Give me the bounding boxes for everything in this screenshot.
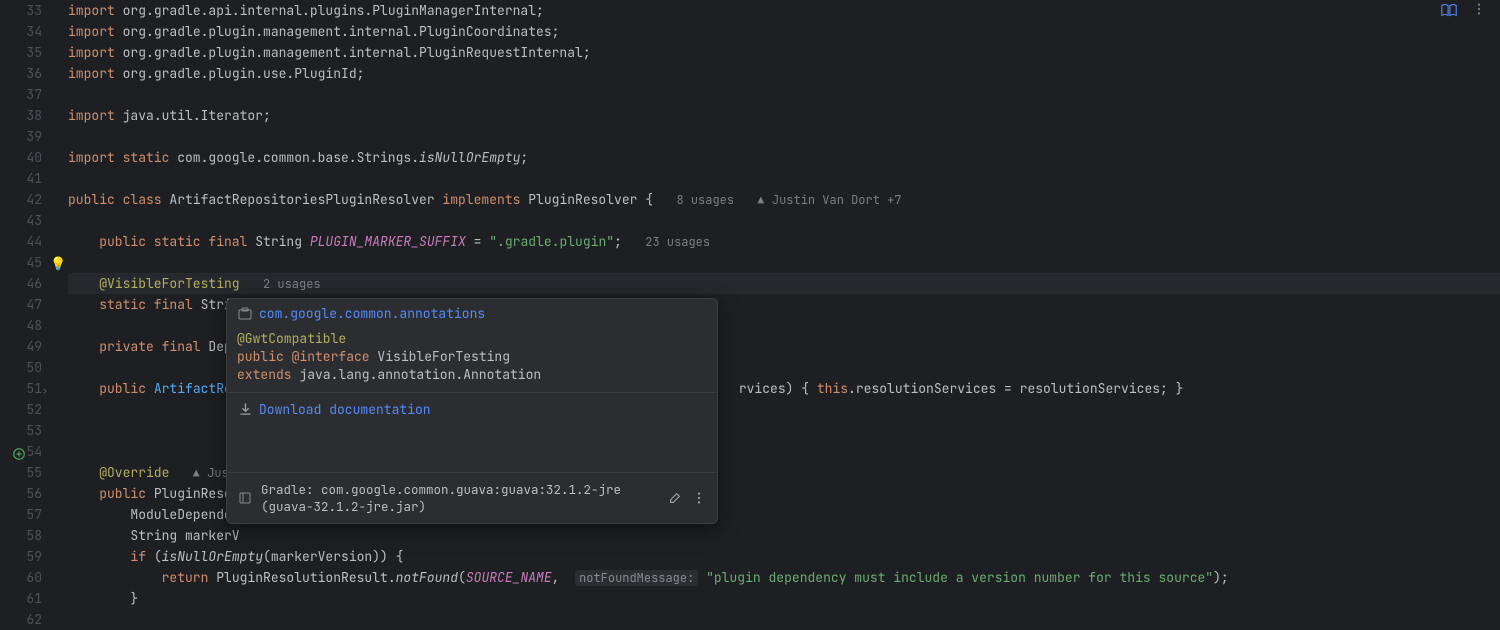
- code-line[interactable]: [68, 84, 1500, 105]
- line-number: 35: [0, 42, 42, 63]
- code-line[interactable]: if (isNullOrEmpty(markerVersion)) {: [68, 546, 1500, 567]
- line-number: 43: [0, 210, 42, 231]
- library-icon: [237, 490, 253, 506]
- code-line[interactable]: [68, 168, 1500, 189]
- popup-source-label: Gradle: com.google.common.guava:guava:32…: [261, 481, 659, 515]
- more-icon[interactable]: [691, 490, 707, 506]
- popup-annotation: @GwtCompatible: [237, 330, 346, 347]
- edit-icon[interactable]: [667, 490, 683, 506]
- code-line[interactable]: }: [68, 588, 1500, 609]
- code-line[interactable]: import java.util.Iterator;: [68, 105, 1500, 126]
- code-line[interactable]: String markerV: [68, 525, 1500, 546]
- line-number: 36: [0, 63, 42, 84]
- line-number: 60: [0, 567, 42, 588]
- code-line[interactable]: return PluginResolutionResult.notFound(S…: [68, 567, 1500, 588]
- line-number: 47: [0, 294, 42, 315]
- code-line[interactable]: import org.gradle.plugin.management.inte…: [68, 21, 1500, 42]
- line-number: 44: [0, 231, 42, 252]
- override-gutter-icon[interactable]: [12, 447, 26, 465]
- download-doc-link[interactable]: Download documentation: [259, 401, 431, 418]
- popup-kw-interface: @interface: [292, 348, 378, 365]
- popup-signature: @GwtCompatible public @interface Visible…: [227, 328, 717, 392]
- line-number: 34: [0, 21, 42, 42]
- popup-download-row: Download documentation: [227, 392, 717, 428]
- line-number: 52: [0, 399, 42, 420]
- reader-mode-icon[interactable]: [1440, 2, 1458, 22]
- code-line[interactable]: [68, 252, 1500, 273]
- line-number-gutter: 3334353637383940414243444546474849505152…: [0, 0, 50, 600]
- popup-type-name: VisibleForTesting: [377, 348, 510, 365]
- line-number: 59: [0, 546, 42, 567]
- code-line[interactable]: public class ArtifactRepositoriesPluginR…: [68, 189, 1500, 210]
- code-line[interactable]: [68, 609, 1500, 630]
- line-number: 39: [0, 126, 42, 147]
- popup-kw-public: public: [237, 348, 292, 365]
- line-number: 58: [0, 525, 42, 546]
- package-link[interactable]: com.google.common.annotations: [259, 305, 485, 322]
- code-line[interactable]: @VisibleForTesting 2 usages: [68, 273, 1500, 294]
- toolbar-menu-icon[interactable]: [1472, 2, 1486, 22]
- line-number: 46: [0, 273, 42, 294]
- line-number: 55: [0, 462, 42, 483]
- line-number: 37: [0, 84, 42, 105]
- line-number: 40: [0, 147, 42, 168]
- line-number: 38: [0, 105, 42, 126]
- code-line[interactable]: import org.gradle.plugin.management.inte…: [68, 42, 1500, 63]
- line-number: 53: [0, 420, 42, 441]
- popup-footer: Gradle: com.google.common.guava:guava:32…: [227, 472, 717, 523]
- quick-doc-popup: com.google.common.annotations @GwtCompat…: [226, 298, 718, 524]
- icon-gutter: 💡 ›: [50, 0, 68, 600]
- line-number: 41: [0, 168, 42, 189]
- line-number: 48: [0, 315, 42, 336]
- popup-extends-type: java.lang.annotation.Annotation: [299, 366, 541, 383]
- code-line[interactable]: [68, 126, 1500, 147]
- line-number: 56: [0, 483, 42, 504]
- popup-header: com.google.common.annotations: [227, 299, 717, 328]
- editor: 3334353637383940414243444546474849505152…: [0, 0, 1500, 600]
- code-line[interactable]: import org.gradle.plugin.use.PluginId;: [68, 63, 1500, 84]
- line-number: 61: [0, 588, 42, 609]
- download-icon: [237, 402, 253, 418]
- intention-bulb-icon[interactable]: 💡: [50, 255, 66, 272]
- code-line[interactable]: import static com.google.common.base.Str…: [68, 147, 1500, 168]
- line-number: 50: [0, 357, 42, 378]
- line-number: 33: [0, 0, 42, 21]
- line-number: 62: [0, 609, 42, 630]
- code-line[interactable]: [68, 210, 1500, 231]
- line-number: 57: [0, 504, 42, 525]
- code-line[interactable]: import org.gradle.api.internal.plugins.P…: [68, 0, 1500, 21]
- line-number: 42: [0, 189, 42, 210]
- top-right-toolbar: [1440, 2, 1486, 22]
- line-number: 45: [0, 252, 42, 273]
- popup-kw-extends: extends: [237, 366, 299, 383]
- line-number: 51: [0, 378, 42, 399]
- code-line[interactable]: public static final String PLUGIN_MARKER…: [68, 231, 1500, 252]
- package-icon: [237, 306, 253, 322]
- line-number: 49: [0, 336, 42, 357]
- fold-chevron-icon[interactable]: ›: [42, 384, 48, 397]
